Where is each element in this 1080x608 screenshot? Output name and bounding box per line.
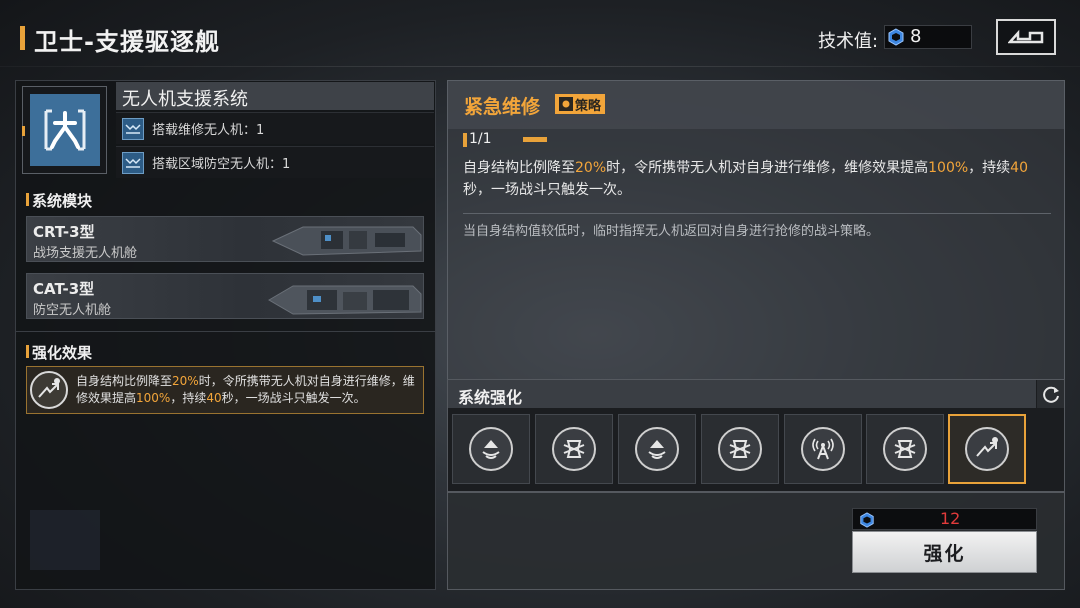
drone-row-air-defense: 搭载区域防空无人机：1 <box>116 146 434 178</box>
enhancement-slot-1[interactable] <box>452 414 530 484</box>
drone-icon <box>122 117 144 140</box>
tech-point-icon <box>887 28 905 50</box>
signal-boost-icon <box>469 427 513 471</box>
page-title: 卫士-支援驱逐舰 <box>34 28 220 56</box>
title-accent-bar <box>20 26 25 50</box>
enhancement-slot-2[interactable] <box>535 414 613 484</box>
shield-cross-icon <box>718 427 762 471</box>
section-marker <box>26 193 29 206</box>
back-button[interactable] <box>996 19 1056 55</box>
skill-type-label: 策略 <box>575 98 602 114</box>
selection-marker <box>22 126 25 136</box>
tech-point-icon <box>859 512 875 532</box>
modules-section-title: 系统模块 <box>32 192 93 210</box>
module-card-crt3[interactable]: CRT-3型 战场支援无人机舱 <box>26 216 424 262</box>
module-ship-image <box>271 226 422 256</box>
drone-icon <box>122 151 144 174</box>
signal-boost-icon <box>635 427 679 471</box>
refresh-button[interactable] <box>1037 380 1064 408</box>
skill-level: 1/1 <box>469 131 492 147</box>
enhancement-slot-4[interactable] <box>701 414 779 484</box>
enhancement-title: 系统强化 <box>458 388 523 407</box>
skill-description: 自身结构比例降至20%时，令所携带无人机对自身进行维修，维修效果提高100%，持… <box>463 160 1028 198</box>
effect-description: 自身结构比例降至20%时，令所携带无人机对自身进行维修，维修效果提高100%，持… <box>76 374 415 405</box>
enhancement-slot-3[interactable] <box>618 414 696 484</box>
upgrade-cost: 12 <box>940 509 961 528</box>
enhancement-header <box>448 380 1036 408</box>
module-ship-image <box>268 285 422 315</box>
skill-flavor-text: 当自身结构值较低时，临时指挥无人机返回对自身进行抢修的战斗策略。 <box>463 224 880 239</box>
enhancement-slot-7[interactable] <box>948 414 1026 484</box>
enhancement-slot-6[interactable] <box>866 414 944 484</box>
skill-type-badge: 策略 <box>555 94 606 114</box>
background-decoration <box>30 510 100 570</box>
module-name: CRT-3型 <box>33 223 95 241</box>
level-marker <box>463 133 467 147</box>
repair-strategy-icon <box>30 371 68 409</box>
module-card-cat3[interactable]: CAT-3型 防空无人机舱 <box>26 273 424 319</box>
skill-name: 紧急维修 <box>464 96 541 118</box>
drone-system-icon <box>30 94 100 166</box>
repair-strategy-icon <box>965 427 1009 471</box>
drone-label: 搭载区域防空无人机：1 <box>152 157 291 172</box>
skill-detail-header <box>448 81 1064 129</box>
tech-points-value: 8 <box>910 26 922 47</box>
shield-cross-icon <box>552 427 596 471</box>
system-name: 无人机支援系统 <box>122 89 248 110</box>
level-progress-bar <box>523 137 547 142</box>
effect-section-title: 强化效果 <box>32 344 93 362</box>
module-desc: 战场支援无人机舱 <box>33 246 138 261</box>
upgrade-button[interactable]: 强化 <box>852 531 1037 573</box>
tech-points-label: 技术值: <box>818 31 879 52</box>
upgrade-button-label: 强化 <box>923 542 966 565</box>
radar-tower-icon <box>801 427 845 471</box>
panel-divider <box>16 331 435 332</box>
description-divider <box>463 213 1051 214</box>
back-arrow-icon <box>1008 29 1044 44</box>
module-name: CAT-3型 <box>33 280 95 298</box>
drone-label: 搭载维修无人机：1 <box>152 123 265 138</box>
strategy-icon <box>559 97 573 111</box>
drone-row-repair: 搭载维修无人机：1 <box>116 112 434 144</box>
enhancement-slot-5[interactable] <box>784 414 862 484</box>
section-marker <box>26 345 29 358</box>
shield-cross-icon <box>883 427 927 471</box>
header-divider <box>0 66 1080 67</box>
module-desc: 防空无人机舱 <box>33 303 112 318</box>
refresh-icon <box>1042 386 1059 403</box>
